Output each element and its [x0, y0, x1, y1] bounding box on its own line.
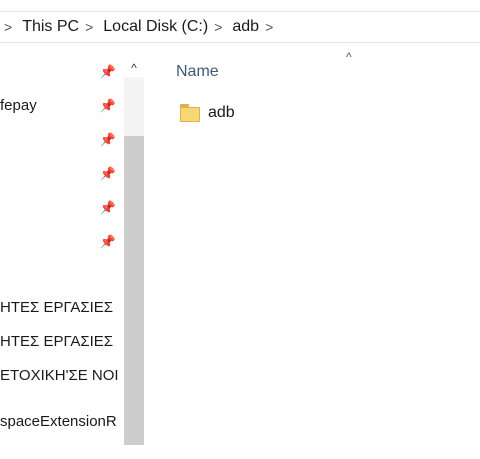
nav-item[interactable]: ΕΤΟΧΙΚΗ'ΣΕ ΝΟΙ: [0, 361, 124, 391]
nav-item-label: ΗΤΕΣ ΕΡΓΑΣΙΕΣ: [0, 299, 114, 316]
pin-icon[interactable]: 📌: [99, 233, 117, 251]
pin-icon[interactable]: 📌: [99, 63, 117, 81]
nav-item[interactable]: spaceExtensionR: [0, 407, 124, 437]
nav-item-label: fepay: [0, 97, 37, 114]
address-bar[interactable]: > This PC > Local Disk (C:) > adb >: [0, 12, 480, 42]
nav-item-label: ΗΤΕΣ ΕΡΓΑΣΙΕΣ: [0, 333, 114, 350]
pin-icon[interactable]: 📌: [99, 199, 117, 217]
navigation-pane: 📌 fepay 📌 📌 📌 📌 📌 ΗΤΕΣ ΕΡΓΑΣΙΕΣ ΗΤΕΣ ΕΡΓ…: [0, 43, 124, 459]
file-name: adb: [208, 104, 235, 121]
breadcrumb-this-pc[interactable]: This PC: [22, 18, 79, 36]
sort-ascending-icon: ^: [346, 50, 352, 64]
nav-item[interactable]: ΗΤΕΣ ΕΡΓΑΣΙΕΣ: [0, 327, 124, 357]
breadcrumb-separator[interactable]: >: [214, 19, 222, 35]
file-list-item[interactable]: adb: [176, 98, 456, 128]
folder-icon: [180, 104, 200, 122]
nav-item[interactable]: ΗΤΕΣ ΕΡΓΑΣΙΕΣ: [0, 293, 124, 323]
scroll-up-arrow-icon[interactable]: ^: [124, 59, 144, 77]
column-header-name[interactable]: Name: [176, 63, 219, 81]
breadcrumb-separator[interactable]: >: [265, 19, 273, 35]
pin-icon[interactable]: 📌: [99, 131, 117, 149]
nav-item-label: ΕΤΟΧΙΚΗ'ΣΕ ΝΟΙ: [0, 367, 119, 384]
breadcrumb-adb[interactable]: adb: [232, 18, 259, 36]
pin-icon[interactable]: 📌: [99, 97, 117, 115]
breadcrumb-separator[interactable]: >: [85, 19, 93, 35]
breadcrumb-local-disk[interactable]: Local Disk (C:): [103, 18, 208, 36]
scrollbar-thumb[interactable]: [124, 136, 144, 445]
nav-item-label: spaceExtensionR: [0, 413, 117, 430]
breadcrumb-separator[interactable]: >: [4, 19, 12, 35]
pin-icon[interactable]: 📌: [99, 165, 117, 183]
